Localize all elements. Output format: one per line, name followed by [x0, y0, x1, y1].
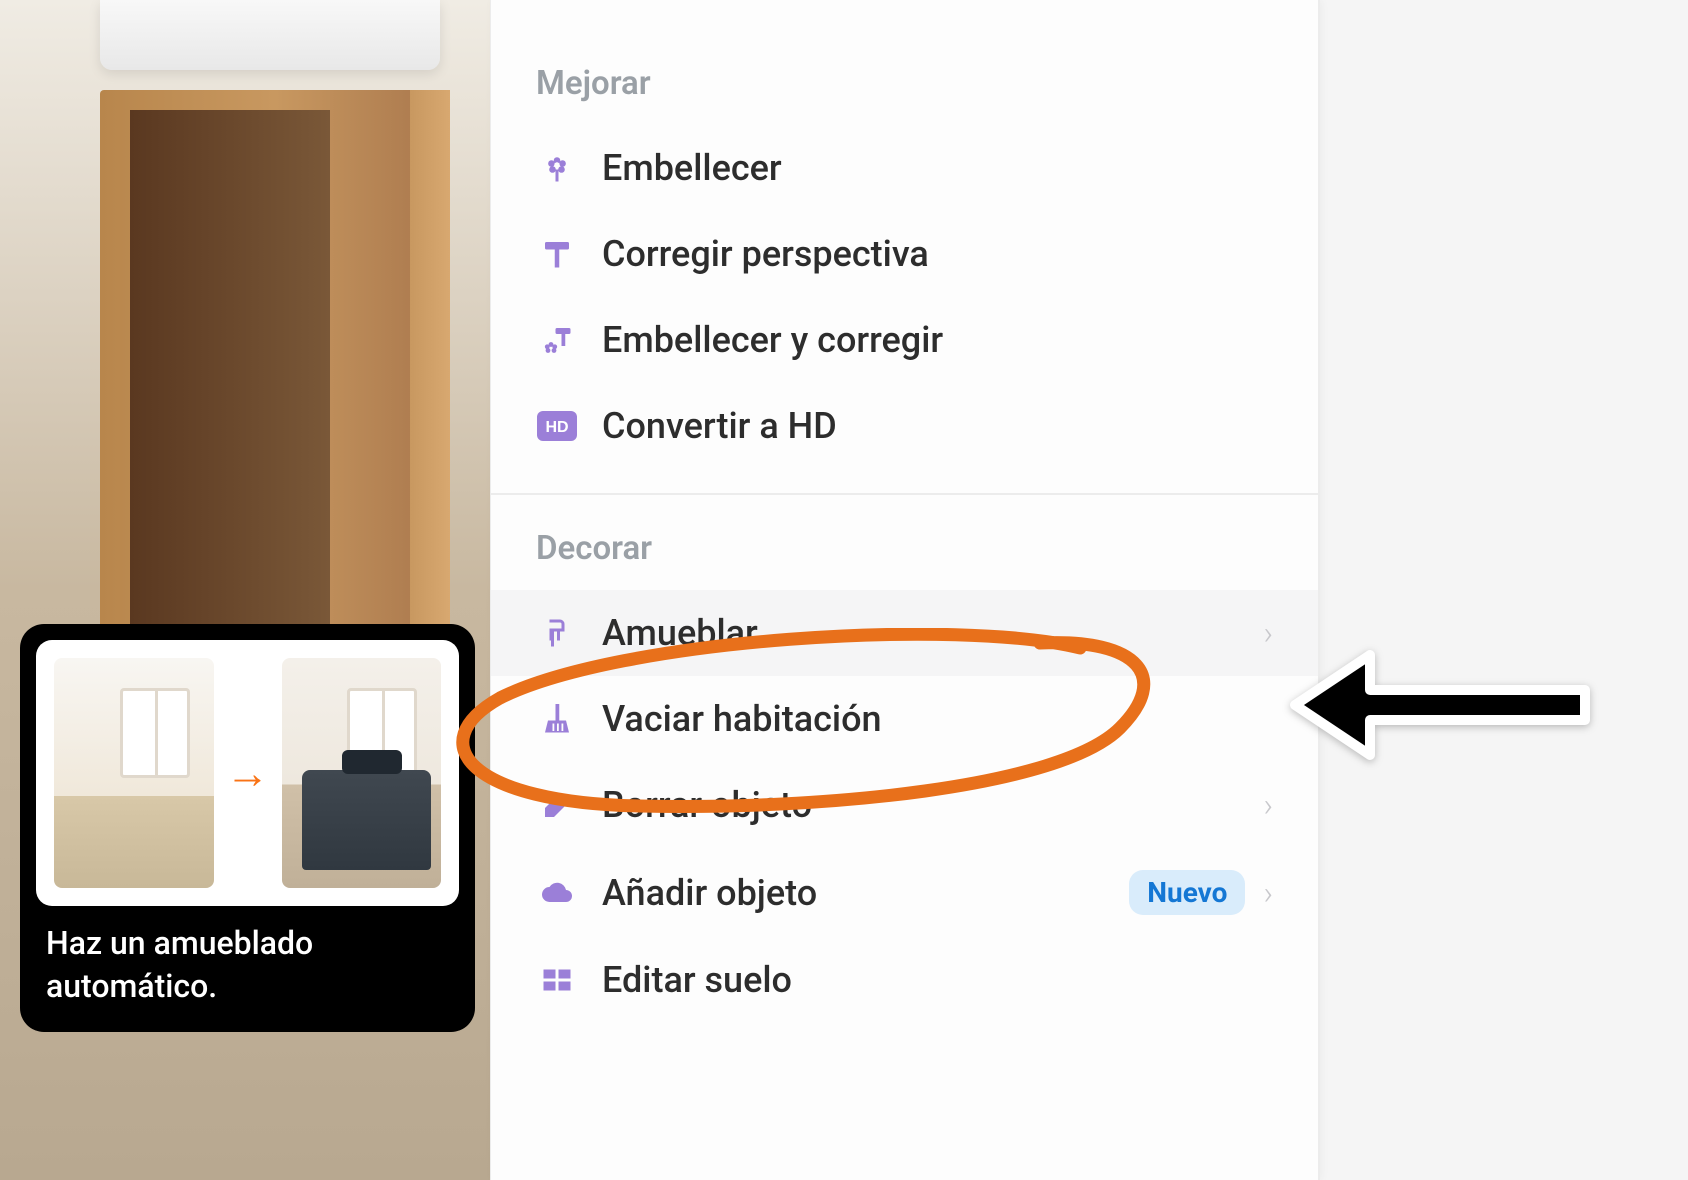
menu-item-borrar-objeto[interactable]: Borrar objeto › — [491, 762, 1318, 848]
chair-icon — [536, 612, 578, 654]
arrow-right-icon: → — [226, 747, 270, 799]
tooltip-text: Haz un amueblado automático. — [36, 922, 459, 1016]
menu-item-convertir-hd[interactable]: HD Convertir a HD — [491, 383, 1318, 469]
broom-icon — [536, 698, 578, 740]
ruler-icon — [536, 233, 578, 275]
menu-label: Corregir perspectiva — [602, 233, 1273, 275]
grid-icon — [536, 959, 578, 1001]
compare-furnished-room — [282, 658, 442, 888]
menu-item-anadir-objeto[interactable]: Añadir objeto Nuevo › — [491, 848, 1318, 937]
section-mejorar: Mejorar Embellecer Corregir perspectiva — [491, 30, 1318, 493]
edit-menu-panel: Mejorar Embellecer Corregir perspectiva — [490, 0, 1320, 1180]
chevron-right-icon: › — [1263, 786, 1273, 824]
hd-icon: HD — [536, 405, 578, 447]
menu-label: Añadir objeto — [602, 872, 1129, 914]
badge-nuevo: Nuevo — [1129, 870, 1245, 915]
menu-item-amueblar[interactable]: Amueblar › — [491, 590, 1318, 676]
tooltip-compare: → — [36, 640, 459, 906]
menu-item-corregir-perspectiva[interactable]: Corregir perspectiva — [491, 211, 1318, 297]
flower-icon — [536, 147, 578, 189]
menu-item-embellecer-corregir[interactable]: Embellecer y corregir — [491, 297, 1318, 383]
section-decorar: Decorar Amueblar › Vaciar habitación — [491, 493, 1318, 1047]
ac-unit-graphic — [100, 0, 440, 70]
room-preview-panel: → Haz un amueblado automático. — [0, 0, 490, 1180]
chevron-right-icon: › — [1263, 614, 1273, 652]
menu-label: Editar suelo — [602, 959, 1273, 1001]
background-area — [1320, 0, 1688, 1180]
menu-item-editar-suelo[interactable]: Editar suelo — [491, 937, 1318, 1023]
menu-label: Borrar objeto — [602, 784, 1263, 826]
menu-label: Convertir a HD — [602, 405, 1273, 447]
svg-text:HD: HD — [545, 419, 568, 436]
cloud-icon — [536, 872, 578, 914]
chevron-right-icon: › — [1263, 874, 1273, 912]
section-header-decorar: Decorar — [491, 519, 1318, 590]
menu-item-vaciar-habitacion[interactable]: Vaciar habitación — [491, 676, 1318, 762]
section-header-mejorar: Mejorar — [491, 54, 1318, 125]
menu-label: Amueblar — [602, 612, 1263, 654]
menu-label: Vaciar habitación — [602, 698, 1273, 740]
eraser-icon — [536, 784, 578, 826]
menu-label: Embellecer y corregir — [602, 319, 1273, 361]
flower-ruler-icon — [536, 319, 578, 361]
menu-item-embellecer[interactable]: Embellecer — [491, 125, 1318, 211]
tooltip-card: → Haz un amueblado automático. — [20, 624, 475, 1032]
compare-empty-room — [54, 658, 214, 888]
menu-label: Embellecer — [602, 147, 1273, 189]
